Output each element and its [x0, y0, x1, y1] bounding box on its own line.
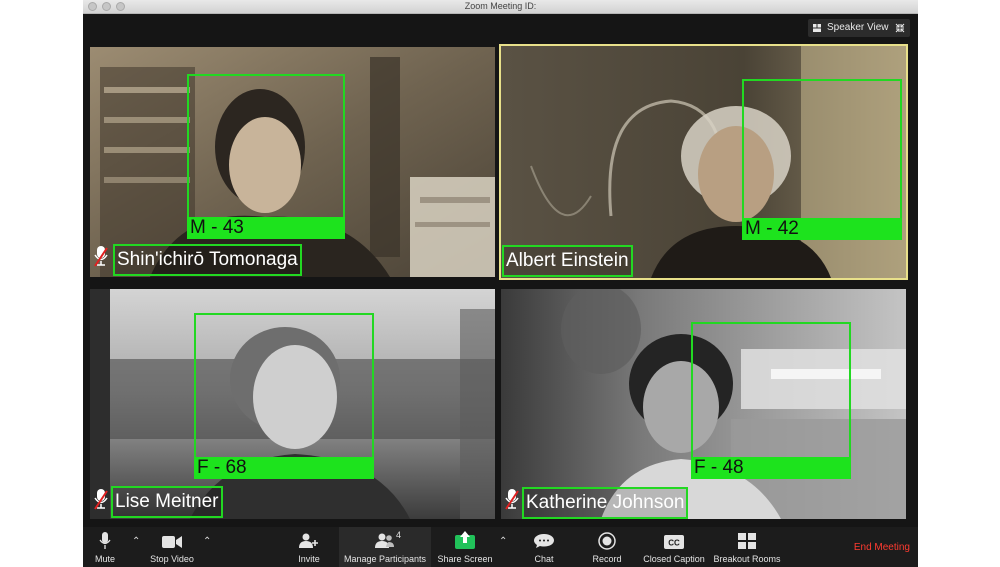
stop-video-button[interactable]: Stop Video [143, 527, 201, 567]
participants-icon [375, 533, 394, 548]
breakout-rooms-icon [738, 533, 756, 549]
participant-count-badge: 4 [396, 530, 402, 540]
closed-caption-button[interactable]: CC Closed Caption [639, 527, 709, 567]
video-tile-2[interactable]: M - 42 Albert Einstein [501, 46, 906, 278]
participant-name: Albert Einstein [502, 245, 633, 277]
mute-button[interactable]: Mute [87, 527, 123, 567]
speaker-view-button[interactable]: Speaker View [808, 19, 895, 37]
face-detection-box: F - 48 [691, 322, 851, 479]
video-tile-1[interactable]: M - 43 Shin'ichirō Tomonaga [90, 47, 495, 277]
share-screen-label: Share Screen [437, 554, 493, 564]
face-detection-box: M - 42 [742, 79, 902, 240]
closed-caption-icon: CC [664, 535, 684, 549]
share-options-chevron-icon[interactable]: ⌃ [499, 537, 509, 547]
muted-microphone-icon [94, 246, 108, 267]
invite-button[interactable]: Invite [291, 527, 327, 567]
video-camera-icon [162, 536, 182, 548]
face-label: F - 68 [194, 457, 374, 479]
chat-button[interactable]: Chat [525, 527, 563, 567]
meeting-toolbar: Mute ⌃ Stop Video ⌃ Invite 4 Manage Part… [83, 527, 918, 567]
muted-microphone-icon [94, 489, 108, 510]
fullscreen-button[interactable] [890, 19, 910, 37]
manage-participants-label: Manage Participants [343, 554, 427, 564]
muted-microphone-icon [505, 489, 519, 510]
invite-label: Invite [298, 554, 320, 564]
video-tile-4[interactable]: F - 48 Katherine Johnson [501, 289, 906, 519]
svg-text:CC: CC [668, 539, 680, 548]
audio-options-chevron-icon[interactable]: ⌃ [132, 537, 142, 547]
zoom-window: Zoom Meeting ID: Speaker View M - 43 Shi… [83, 0, 918, 567]
manage-participants-button[interactable]: 4 Manage Participants [339, 527, 431, 567]
invite-person-icon [299, 533, 318, 548]
record-button[interactable]: Record [587, 527, 627, 567]
breakout-rooms-button[interactable]: Breakout Rooms [711, 527, 783, 567]
stop-video-label: Stop Video [150, 554, 194, 564]
face-detection-box: M - 43 [187, 74, 345, 239]
end-meeting-button[interactable]: End Meeting [854, 542, 910, 553]
face-label: M - 43 [187, 217, 345, 239]
chat-bubble-icon [534, 534, 554, 548]
share-screen-icon [455, 531, 475, 549]
face-label: M - 42 [742, 218, 902, 240]
title-bar: Zoom Meeting ID: [83, 0, 918, 14]
breakout-rooms-label: Breakout Rooms [713, 554, 781, 564]
mute-label: Mute [94, 554, 115, 564]
record-icon [598, 532, 616, 550]
speaker-view-label: Speaker View [827, 22, 889, 33]
chat-label: Chat [534, 554, 554, 564]
face-detection-box: F - 68 [194, 313, 374, 479]
participant-name: Shin'ichirō Tomonaga [113, 244, 302, 276]
participant-name: Lise Meitner [111, 486, 223, 518]
video-tile-3[interactable]: F - 68 Lise Meitner [90, 289, 495, 519]
participant-name: Katherine Johnson [522, 487, 689, 519]
share-screen-button[interactable]: Share Screen [435, 527, 495, 567]
video-options-chevron-icon[interactable]: ⌃ [203, 537, 213, 547]
record-label: Record [592, 554, 622, 564]
exit-fullscreen-icon [895, 23, 905, 33]
face-label: F - 48 [691, 457, 851, 479]
closed-caption-label: Closed Caption [643, 554, 705, 564]
window-title: Zoom Meeting ID: [464, 1, 537, 11]
grid-icon [813, 24, 821, 32]
microphone-icon [99, 532, 111, 549]
